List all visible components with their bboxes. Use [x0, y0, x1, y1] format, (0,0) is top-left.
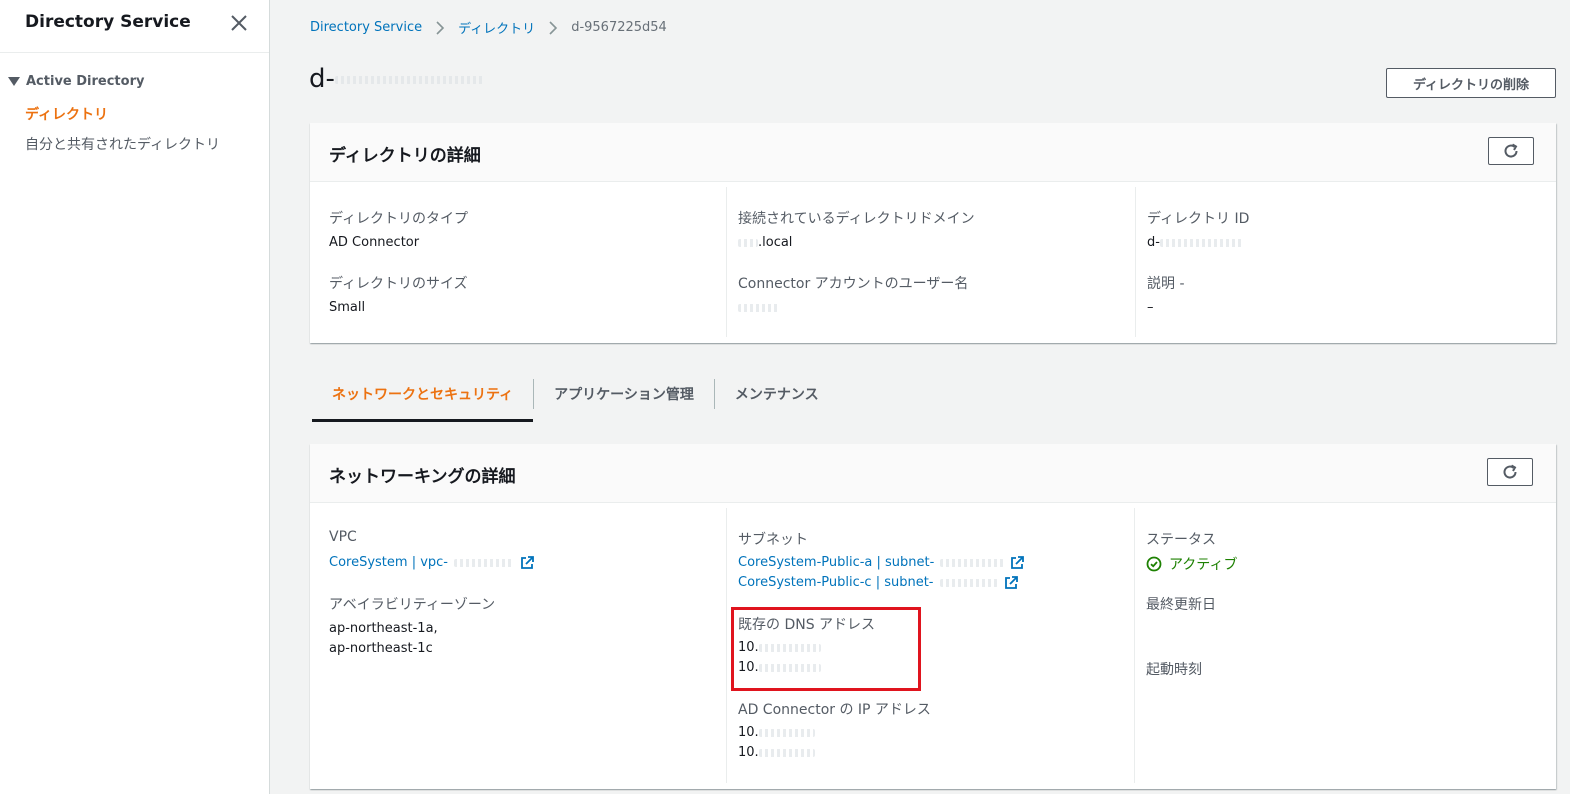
last-updated-label: 最終更新日	[1146, 597, 1216, 613]
main-content: Directory Service ディレクトリ d-9567225d54 d-…	[271, 0, 1570, 794]
column-divider	[1135, 187, 1136, 337]
refresh-button[interactable]	[1488, 137, 1534, 165]
page-title-text: d-	[309, 64, 335, 94]
subnet-label: サブネット	[738, 532, 808, 548]
connected-domain-label: 接続されているディレクトリドメイン	[738, 211, 975, 227]
tab-network-security[interactable]: ネットワークとセキュリティ	[312, 366, 534, 422]
chevron-right-icon	[436, 20, 445, 35]
description-value: –	[1147, 300, 1154, 315]
breadcrumb: Directory Service ディレクトリ d-9567225d54	[310, 18, 667, 37]
connector-ip-label: AD Connector の IP アドレス	[738, 702, 931, 718]
column-divider	[726, 508, 727, 783]
directory-size-value: Small	[329, 300, 366, 315]
connector-account-label: Connector アカウントのユーザー名	[738, 276, 969, 292]
directory-type-value: AD Connector	[329, 235, 420, 250]
directory-id-value: d-	[1147, 235, 1244, 250]
status-value: アクティブ	[1169, 557, 1238, 573]
status-label: ステータス	[1146, 532, 1216, 548]
connector-ip-value: 10.	[738, 725, 815, 740]
connected-domain-value: .local	[738, 235, 792, 250]
delete-directory-button[interactable]: ディレクトリの削除	[1386, 68, 1556, 98]
panel-header: ディレクトリの詳細	[310, 123, 1556, 182]
chevron-right-icon	[549, 20, 558, 35]
external-link-icon	[1011, 555, 1025, 569]
refresh-button[interactable]	[1487, 458, 1533, 486]
directory-id-label: ディレクトリ ID	[1147, 211, 1250, 227]
tab-bar: ネットワークとセキュリティ アプリケーション管理 メンテナンス	[312, 366, 839, 422]
close-icon[interactable]	[228, 12, 250, 34]
panel-title: ディレクトリの詳細	[329, 146, 481, 166]
sidebar-header: Directory Service	[0, 0, 269, 53]
breadcrumb-current: d-9567225d54	[571, 20, 667, 35]
tab-maintenance[interactable]: メンテナンス	[715, 366, 839, 422]
refresh-icon	[1504, 143, 1518, 158]
breadcrumb-directory-service[interactable]: Directory Service	[310, 20, 422, 35]
directory-details-panel: ディレクトリの詳細 ディレクトリのタイプ AD Connector ディレクトリ…	[310, 123, 1556, 343]
caret-down-icon	[8, 77, 20, 86]
panel-header: ネットワーキングの詳細	[310, 444, 1556, 503]
refresh-icon	[1503, 464, 1517, 479]
availability-zone-value: ap-northeast-1c	[329, 641, 433, 656]
column-divider	[726, 187, 727, 337]
description-label: 説明 -	[1147, 276, 1185, 292]
availability-zone-label: アベイラビリティーゾーン	[329, 597, 496, 613]
directory-type-label: ディレクトリのタイプ	[329, 211, 469, 227]
sidebar-section-label: Active Directory	[26, 74, 145, 89]
status-success-icon	[1146, 556, 1162, 572]
vpc-label: VPC	[329, 529, 357, 545]
launch-time-label: 起動時刻	[1146, 662, 1202, 678]
subnet-link[interactable]: CoreSystem-Public-c | subnet-	[738, 575, 1018, 590]
connector-account-value	[738, 300, 780, 315]
sidebar: Directory Service Active Directory ディレクト…	[0, 0, 270, 794]
directory-size-label: ディレクトリのサイズ	[329, 276, 468, 292]
external-link-icon	[521, 555, 534, 569]
subnet-link[interactable]: CoreSystem-Public-a | subnet-	[738, 555, 1025, 570]
page-title: d-	[309, 64, 485, 94]
highlight-box	[731, 607, 921, 691]
external-link-icon	[1004, 575, 1018, 589]
availability-zone-value: ap-northeast-1a,	[329, 621, 438, 636]
sidebar-item-shared-directories[interactable]: 自分と共有されたディレクトリ	[25, 134, 220, 154]
status-indicator: アクティブ	[1146, 554, 1237, 574]
networking-details-panel: ネットワーキングの詳細 VPC CoreSystem | vpc- アベイラビリ…	[310, 444, 1556, 789]
tab-application-management[interactable]: アプリケーション管理	[534, 366, 714, 422]
sidebar-title: Directory Service	[25, 12, 191, 32]
panel-title: ネットワーキングの詳細	[329, 467, 516, 487]
breadcrumb-directories[interactable]: ディレクトリ	[458, 18, 535, 37]
sidebar-section-active-directory[interactable]: Active Directory	[8, 74, 144, 89]
sidebar-item-directories[interactable]: ディレクトリ	[25, 104, 108, 124]
redacted-text	[334, 75, 485, 84]
vpc-link[interactable]: CoreSystem | vpc-	[329, 555, 534, 570]
connector-ip-value: 10.	[738, 745, 815, 760]
column-divider	[1134, 508, 1135, 783]
